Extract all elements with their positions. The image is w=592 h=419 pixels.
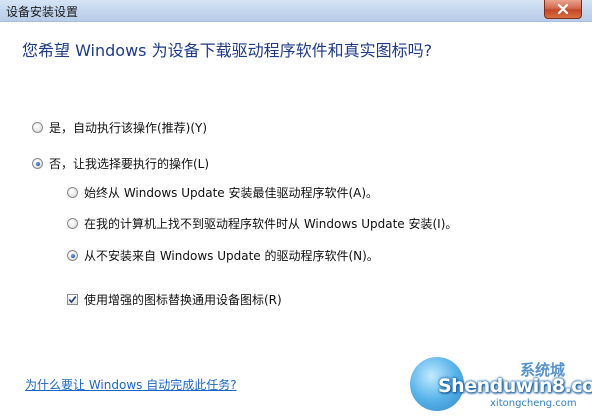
radio-label-always-update: 始终从 Windows Update 安装最佳驱动程序软件(A)。 (84, 186, 379, 200)
radio-label-fallback-update: 在我的计算机上找不到驱动程序软件时从 Windows Update 安装(I)。 (84, 217, 458, 231)
title-bar[interactable]: 设备安装设置 (0, 0, 592, 22)
dialog-heading: 您希望 Windows 为设备下载驱动程序软件和真实图标吗? (22, 41, 433, 60)
radio-option-yes[interactable]: 是，自动执行该操作(推荐)(Y) (32, 119, 207, 136)
checkmark-icon (68, 296, 77, 304)
watermark-main-text: Shenduwin8.com (438, 375, 592, 397)
close-button[interactable] (544, 0, 582, 19)
watermark: 系统城 Shenduwin8.com xitongcheng.com (408, 355, 592, 419)
watermark-sub-text: xitongcheng.com (490, 398, 577, 409)
radio-option-always-update[interactable]: 始终从 Windows Update 安装最佳驱动程序软件(A)。 (67, 184, 378, 201)
checkbox-option-enhanced-icons[interactable]: 使用增强的图标替换通用设备图标(R) (67, 291, 282, 308)
radio-option-fallback-update[interactable]: 在我的计算机上找不到驱动程序软件时从 Windows Update 安装(I)。 (67, 215, 457, 232)
radio-option-no[interactable]: 否，让我选择要执行的操作(L) (32, 155, 209, 172)
help-link[interactable]: 为什么要让 Windows 自动完成此任务? (25, 376, 237, 393)
checkbox-enhanced-icons[interactable] (67, 294, 78, 305)
radio-option-never-update[interactable]: 从不安装来自 Windows Update 的驱动程序软件(N)。 (67, 247, 379, 264)
radio-button-never-update[interactable] (67, 250, 78, 261)
radio-label-never-update: 从不安装来自 Windows Update 的驱动程序软件(N)。 (84, 249, 379, 263)
radio-button-no[interactable] (32, 158, 43, 169)
close-icon (557, 4, 569, 14)
radio-button-always-update[interactable] (67, 187, 78, 198)
window-title: 设备安装设置 (6, 5, 79, 19)
radio-label-no: 否，让我选择要执行的操作(L) (49, 157, 210, 171)
radio-label-yes: 是，自动执行该操作(推荐)(Y) (49, 121, 208, 135)
radio-button-fallback-update[interactable] (67, 218, 78, 229)
radio-button-yes[interactable] (32, 122, 43, 133)
checkbox-label-enhanced-icons: 使用增强的图标替换通用设备图标(R) (84, 293, 282, 307)
